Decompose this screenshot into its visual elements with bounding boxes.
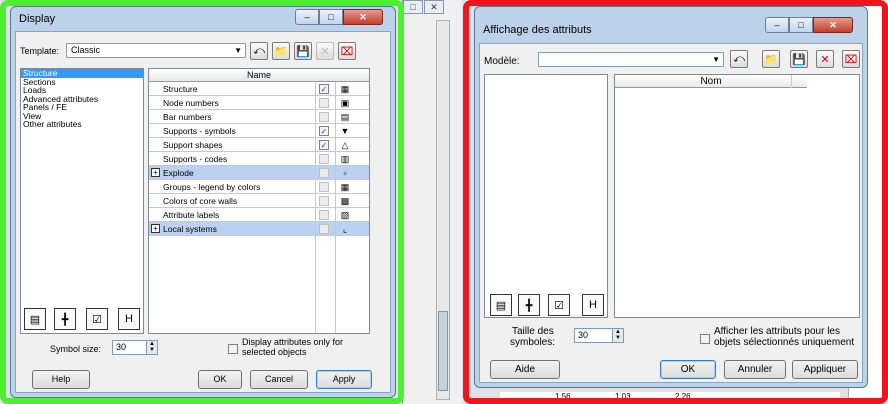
background-app-area <box>402 0 462 404</box>
highlight-frame-green <box>0 0 404 404</box>
highlight-frame-red <box>463 0 888 404</box>
background-close-button[interactable]: ✕ <box>424 0 444 14</box>
background-restore-button[interactable]: □ <box>403 0 423 14</box>
background-scrollbar[interactable] <box>436 20 450 400</box>
scrollbar-thumb[interactable] <box>438 311 448 391</box>
